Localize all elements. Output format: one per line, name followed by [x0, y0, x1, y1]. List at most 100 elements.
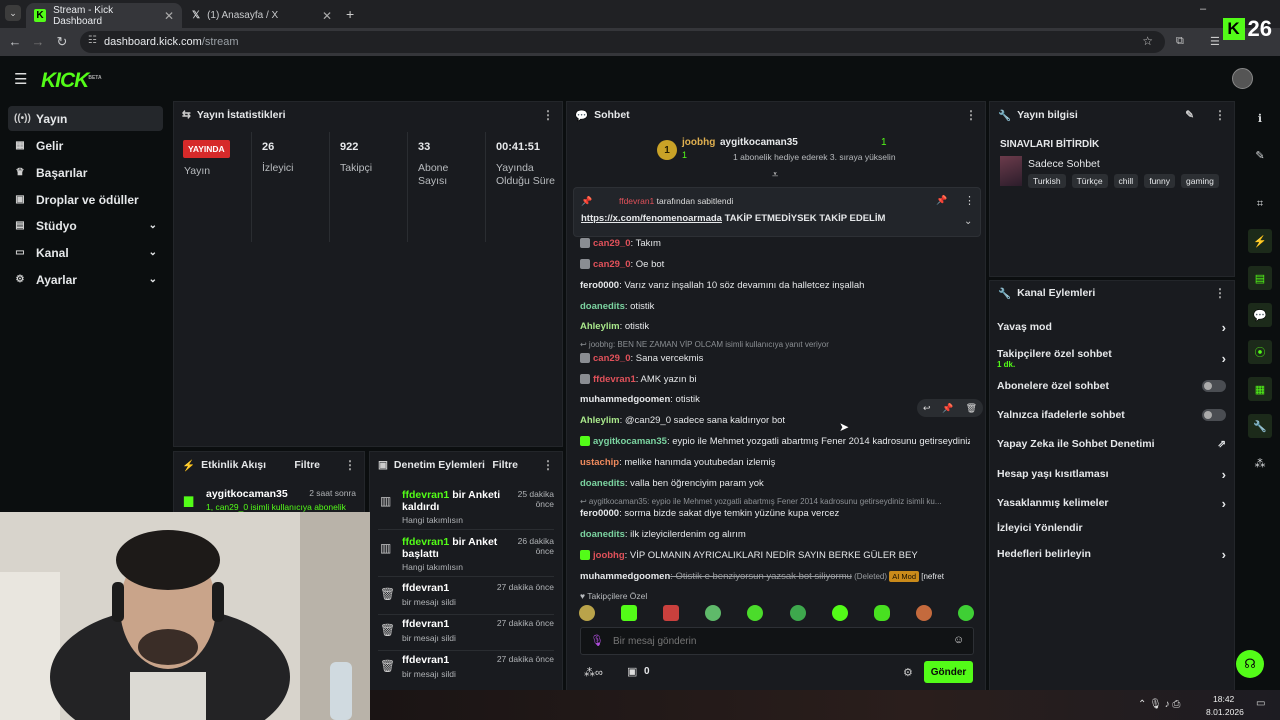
chat-username[interactable]: fero0000: [580, 280, 619, 291]
sidebar-item-kanal[interactable]: ▭ Kanal ⌄: [8, 240, 163, 265]
chat-icon[interactable]: 💬: [1248, 303, 1272, 327]
emote-icon[interactable]: [579, 605, 595, 621]
tab-x[interactable]: 𝕏 (1) Anasayfa / X ✕: [184, 3, 340, 28]
new-tab-button[interactable]: +: [346, 6, 354, 22]
chat-username[interactable]: can29_0: [593, 238, 631, 249]
trash-icon: 🗑: [380, 659, 396, 673]
site-info-icon[interactable]: ☷: [88, 35, 97, 46]
collapse-icon[interactable]: ⩡: [772, 169, 778, 182]
microphone-icon[interactable]: 🎙: [590, 634, 604, 647]
chat-settings-icon[interactable]: ⚙: [903, 666, 913, 679]
pencil-icon[interactable]: ✎: [1248, 143, 1272, 167]
chevron-down-icon[interactable]: ⌄: [964, 216, 972, 227]
community-icon[interactable]: ⁂: [1248, 451, 1272, 475]
extensions-icon[interactable]: ⧉: [1176, 35, 1184, 48]
more-menu-icon[interactable]: ⋮: [542, 458, 554, 472]
send-button[interactable]: Gönder: [924, 661, 973, 683]
notification-icon[interactable]: ▭: [1256, 698, 1265, 709]
chat-username[interactable]: doanedits: [580, 529, 625, 540]
chat-username[interactable]: can29_0: [593, 353, 631, 364]
more-menu-icon[interactable]: ⋮: [964, 194, 975, 207]
kick-logo[interactable]: KICKBETA: [41, 69, 102, 93]
more-menu-icon[interactable]: ⋮: [542, 108, 554, 122]
chat-username[interactable]: Ahleylim: [580, 415, 620, 426]
minimize-icon[interactable]: –: [1200, 3, 1206, 15]
reading-list-icon[interactable]: ☰: [1210, 35, 1220, 48]
emote-icon[interactable]: [621, 605, 638, 621]
action-slow-mode[interactable]: Yavaş mod ›: [997, 314, 1226, 340]
beta-label: BETA: [88, 75, 102, 81]
pin-icon[interactable]: 📌: [942, 403, 953, 414]
chat-username[interactable]: muhammedgoomen: [580, 394, 670, 405]
chat-username[interactable]: Ahleylim: [580, 321, 620, 332]
chat-username[interactable]: aygitkocaman35: [593, 436, 667, 447]
pinned-link[interactable]: https://x.com/fenomenoarmada: [581, 213, 722, 224]
sidebar-item-basarilar[interactable]: ♛ Başarılar: [8, 160, 163, 185]
more-menu-icon[interactable]: ⋮: [965, 108, 977, 122]
emote-icon[interactable]: [915, 605, 932, 621]
info-icon[interactable]: ℹ: [1248, 106, 1272, 130]
subscribers-only-toggle[interactable]: [1202, 380, 1226, 392]
emoji-picker-icon[interactable]: ☺: [953, 634, 964, 646]
chat-username[interactable]: doanedits: [580, 301, 625, 312]
action-account-age[interactable]: Hesap yaşı kısıtlaması ›: [997, 461, 1226, 487]
filter-button[interactable]: Filtre: [294, 459, 320, 471]
sidebar-item-ayarlar[interactable]: ⚙ Ayarlar ⌄: [8, 267, 163, 292]
action-ai-moderation[interactable]: Yapay Zeka ile Sohbet Denetimi ⇗: [997, 431, 1226, 457]
support-button[interactable]: ☊: [1236, 650, 1264, 678]
emotes-only-toggle[interactable]: [1202, 409, 1226, 421]
channel-points-icon[interactable]: ⁂∞: [584, 666, 603, 679]
chat-username[interactable]: joobhg: [593, 550, 625, 561]
sidebar-item-gelir[interactable]: ▦ Gelir: [8, 133, 163, 158]
emote-icon[interactable]: [957, 605, 974, 621]
chat-username[interactable]: ustachip: [580, 457, 619, 468]
bookmark-star-icon[interactable]: ☆: [1142, 34, 1153, 48]
tab-kick-dashboard[interactable]: K Stream - Kick Dashboard ✕: [26, 3, 182, 28]
emote-icon[interactable]: [831, 605, 848, 621]
menu-icon[interactable]: ☰: [14, 70, 27, 88]
chat-input[interactable]: [613, 633, 933, 649]
chat-username[interactable]: doanedits: [580, 478, 625, 489]
edit-icon[interactable]: ✎: [1185, 109, 1194, 121]
action-followers-only[interactable]: Takipçilere özel sohbet 1 dk. ›: [997, 343, 1226, 373]
broadcast-icon[interactable]: ⦿: [1248, 340, 1272, 364]
tray-icons[interactable]: ⌃ 🎙 ♪ ⎙: [1138, 699, 1180, 710]
filter-button[interactable]: Filtre: [492, 459, 518, 471]
sidebar-item-studyo[interactable]: ▤ Stüdyo ⌄: [8, 213, 163, 238]
emote-icon[interactable]: [873, 605, 890, 621]
close-tab-icon[interactable]: ✕: [322, 9, 332, 23]
close-tab-icon[interactable]: ✕: [164, 9, 174, 23]
more-menu-icon[interactable]: ⋮: [1214, 108, 1226, 122]
action-raid-viewers[interactable]: İzleyici Yönlendir: [997, 515, 1226, 541]
lightning-icon[interactable]: ⚡: [1248, 229, 1272, 253]
leader-user: joobhg: [682, 137, 716, 148]
user-avatar[interactable]: [1232, 68, 1253, 89]
document-icon[interactable]: ▤: [1248, 266, 1272, 290]
screen-capture-icon[interactable]: ⌗: [1248, 192, 1272, 216]
gift-icon[interactable]: ▣: [627, 665, 637, 678]
more-menu-icon[interactable]: ⋮: [1214, 286, 1226, 300]
sidebar-item-droplar[interactable]: ▣ Droplar ve ödüller: [8, 187, 163, 212]
chat-username[interactable]: fero0000: [580, 508, 619, 519]
action-set-goals[interactable]: Hedefleri belirleyin ›: [997, 541, 1226, 567]
wrench-icon[interactable]: 🔧: [1248, 414, 1272, 438]
chat-username[interactable]: ffdevran1: [593, 374, 636, 385]
layout-icon[interactable]: ▦: [1248, 377, 1272, 401]
emote-icon[interactable]: [789, 605, 806, 621]
action-banned-words[interactable]: Yasaklanmış kelimeler ›: [997, 490, 1226, 516]
reload-icon[interactable]: ↻: [50, 34, 74, 50]
address-bar[interactable]: ☷ dashboard.kick.com/stream ☆: [80, 31, 1165, 53]
emote-icon[interactable]: [663, 605, 680, 621]
chat-username[interactable]: can29_0: [593, 259, 631, 270]
chat-username[interactable]: muhammedgoomen: [580, 571, 670, 582]
more-menu-icon[interactable]: ⋮: [344, 458, 356, 472]
reply-icon[interactable]: ↩: [923, 403, 931, 414]
sidebar-item-yayin[interactable]: ((•)) Yayın: [8, 106, 163, 131]
unpin-icon[interactable]: 📌: [936, 195, 947, 206]
forward-icon[interactable]: →: [26, 34, 50, 49]
tab-list-button[interactable]: ⌄: [5, 5, 21, 21]
trash-icon[interactable]: 🗑: [966, 403, 977, 414]
emote-icon[interactable]: [705, 605, 722, 621]
back-icon[interactable]: ←: [3, 34, 27, 49]
emote-icon[interactable]: [747, 605, 764, 621]
